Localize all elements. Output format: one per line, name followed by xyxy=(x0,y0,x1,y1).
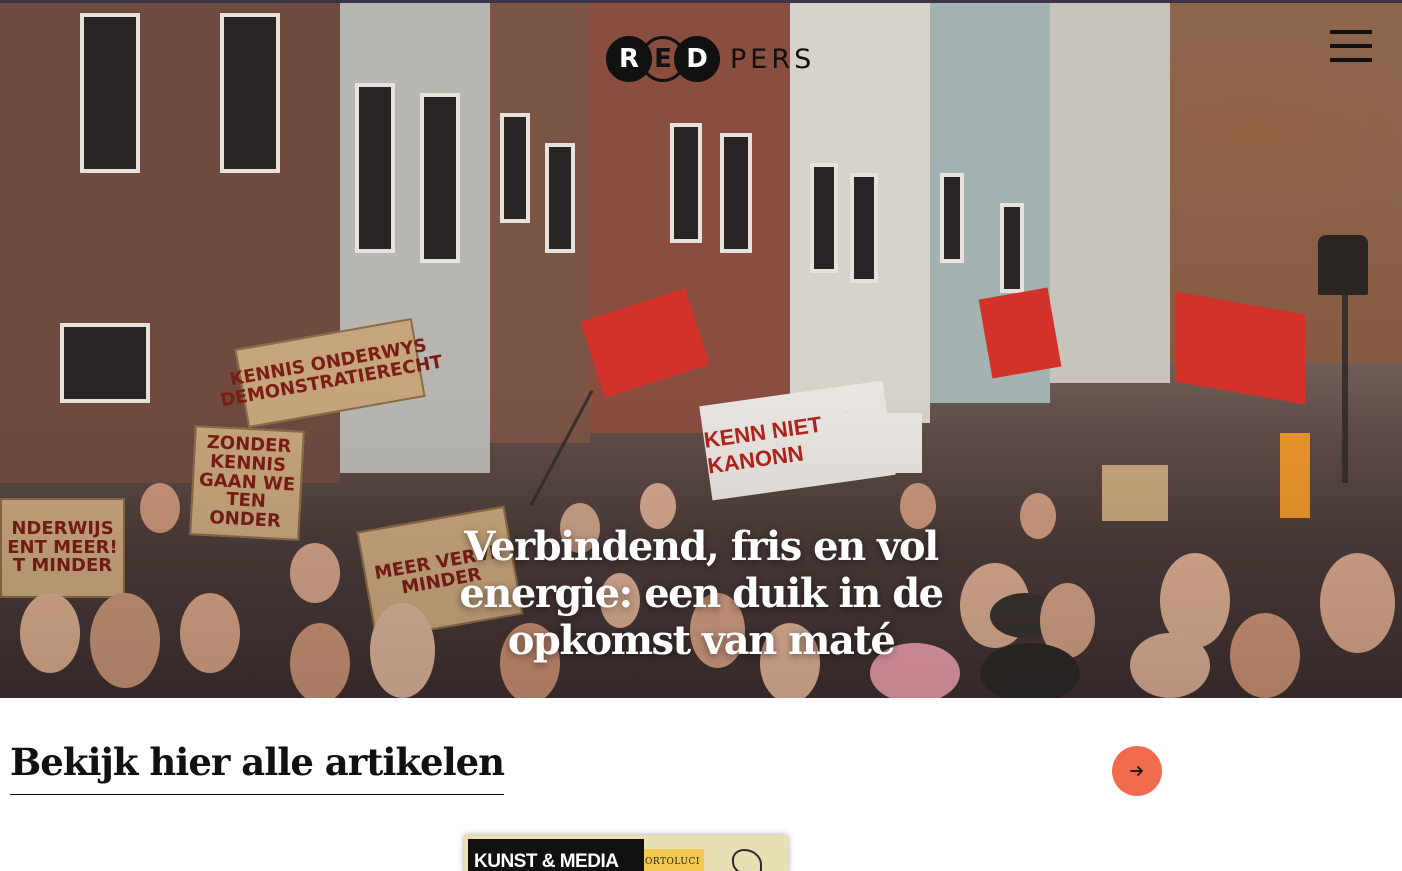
arrow-right-glyph xyxy=(1130,766,1143,776)
hero-article-title[interactable]: Verbindend, fris en vol energie: een dui… xyxy=(451,523,951,664)
article-card[interactable]: KUNST & MEDIA ORTOLUCI xyxy=(464,835,788,871)
card-side-text: ORTOLUCI xyxy=(645,857,700,867)
logo-ring: D xyxy=(674,36,720,82)
card-sketch-illustration xyxy=(732,849,762,871)
hero-banner[interactable]: KENNIS ONDERWYSDEMONSTRATIERECHT ZONDER … xyxy=(0,3,1402,698)
arrow-right-icon[interactable] xyxy=(1112,746,1162,796)
hamburger-menu-icon[interactable] xyxy=(1330,30,1372,64)
site-logo[interactable]: R E D PERS xyxy=(606,35,815,83)
card-category: KUNST & MEDIA xyxy=(474,851,619,871)
all-articles-link[interactable]: Bekijk hier alle artikelen xyxy=(10,740,505,795)
logo-word: PERS xyxy=(730,43,816,75)
